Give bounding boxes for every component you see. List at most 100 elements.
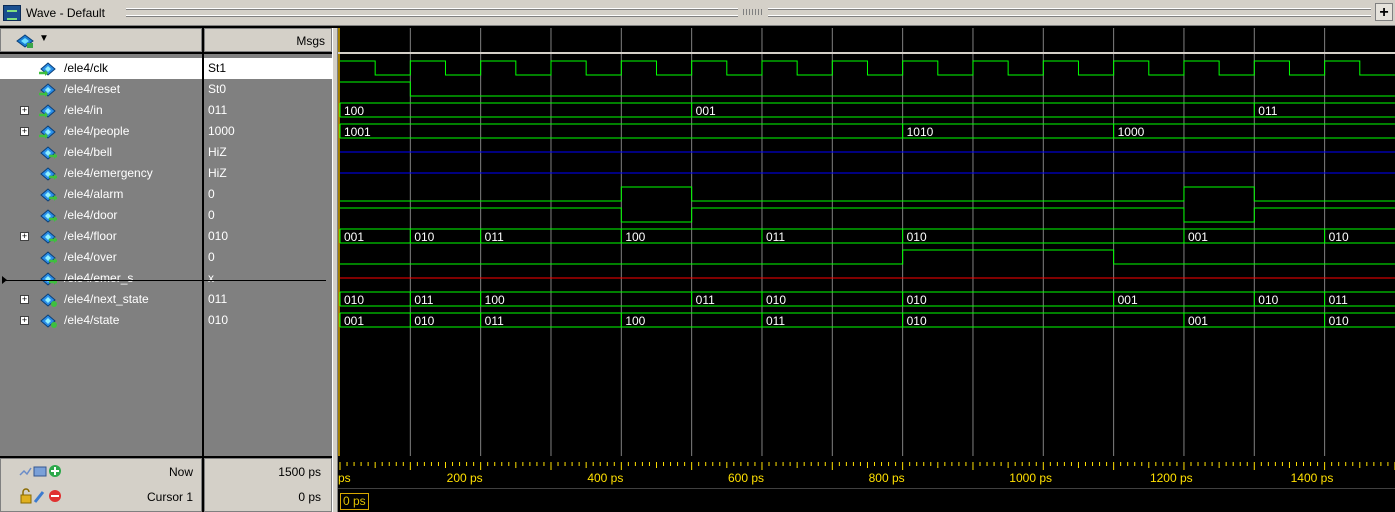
state-wave-value-label: 100 — [625, 314, 645, 328]
signal-value-row[interactable]: 011 — [204, 100, 332, 121]
signal-value-row[interactable]: 0 — [204, 184, 332, 205]
wave-window: Wave - Default + ▼ Msgs /ele4/clk/ele4/r… — [0, 0, 1395, 512]
cursor-toolbar-icons[interactable] — [19, 488, 63, 504]
state-wave-value-label: 011 — [766, 314, 785, 328]
signal-row[interactable]: /ele4/emer_s — [0, 268, 202, 289]
output-signal-icon — [40, 188, 57, 202]
expand-icon[interactable] — [20, 106, 29, 115]
signal-value: 0 — [208, 208, 215, 222]
time-ruler[interactable]: ps 200 ps 400 ps 600 ps 800 ps 1000 ps 1200 ps… — [338, 458, 1395, 488]
state-wave-value-label: 001 — [1188, 314, 1208, 328]
signal-row[interactable]: /ele4/reset — [0, 79, 202, 100]
cursor-value[interactable]: 0 ps — [298, 490, 321, 504]
clk-wave — [340, 60, 1395, 76]
signal-value-row[interactable]: 010 — [204, 226, 332, 247]
floor-wave-value-label: 001 — [344, 230, 364, 244]
now-label: Now — [168, 465, 193, 479]
signal-value-row[interactable]: 0 — [204, 205, 332, 226]
insertion-marker-line — [6, 280, 326, 281]
signal-row[interactable]: /ele4/over — [0, 247, 202, 268]
signal-value-row[interactable]: HiZ — [204, 163, 332, 184]
signal-name: /ele4/state — [64, 313, 120, 327]
signal-value: St0 — [208, 82, 227, 96]
signal-value-row[interactable]: St0 — [204, 79, 332, 100]
signal-values-pane[interactable]: St1 St0 011 1000 HiZ HiZ 0 0 010 0 x 011 010 — [204, 54, 332, 456]
signal-value: 0 — [208, 187, 215, 201]
insertion-arrow-icon — [2, 276, 7, 284]
expand-icon[interactable] — [20, 316, 29, 325]
next-state-wave-value-label: 010 — [907, 293, 927, 307]
output-signal-icon — [40, 146, 57, 160]
next-state-wave-value-label: 011 — [1329, 293, 1348, 307]
signal-name: /ele4/reset — [64, 82, 121, 96]
signal-name: /ele4/next_state — [64, 292, 149, 306]
maximize-pane-button[interactable]: + — [1375, 3, 1393, 21]
expand-icon[interactable] — [20, 295, 29, 304]
signal-row[interactable]: /ele4/clk — [0, 58, 202, 79]
cursor-time-box[interactable]: 0 ps — [340, 493, 369, 510]
footer-values: 1500 ps 0 ps — [204, 458, 332, 512]
next-state-wave-value-label: 010 — [1258, 293, 1278, 307]
people-wave-value-label: 1010 — [907, 125, 934, 139]
signal-palette-icon[interactable] — [15, 33, 35, 49]
signal-row[interactable]: /ele4/emergency — [0, 163, 202, 184]
ruler-ticks — [339, 462, 1395, 470]
state-wave-value-label: 010 — [907, 314, 927, 328]
signal-value-row[interactable]: 0 — [204, 247, 332, 268]
signal-value: 011 — [208, 292, 228, 306]
in-wave-value-label: 011 — [1258, 104, 1277, 118]
signal-value: 011 — [208, 103, 228, 117]
signal-name: /ele4/people — [64, 124, 130, 138]
in-wave-value-label: 001 — [696, 104, 716, 118]
expand-icon[interactable] — [20, 232, 29, 241]
cursor-row[interactable]: 0 ps — [338, 488, 1395, 512]
signal-value-row[interactable]: 1000 — [204, 121, 332, 142]
signal-value: 010 — [208, 313, 229, 327]
next-state-wave-value-label: 010 — [344, 293, 364, 307]
signal-row[interactable]: /ele4/bell — [0, 142, 202, 163]
values-header: Msgs — [204, 28, 332, 52]
next-state-wave-value-label: 011 — [696, 293, 715, 307]
now-value: 1500 ps — [278, 465, 321, 479]
signal-value: St1 — [208, 61, 227, 75]
next-state-wave-value-label: 010 — [766, 293, 786, 307]
signal-row[interactable]: /ele4/floor — [0, 226, 202, 247]
input-signal-icon — [39, 125, 56, 139]
ruler-tick-label: ps — [338, 471, 351, 485]
signal-row[interactable]: /ele4/in — [0, 100, 202, 121]
floor-wave-value-label: 100 — [625, 230, 645, 244]
door-wave — [340, 207, 1395, 223]
signal-value-row[interactable]: 010 — [204, 310, 332, 331]
signal-row[interactable]: /ele4/door — [0, 205, 202, 226]
signal-value-row[interactable]: St1 — [204, 58, 332, 79]
waveform-header-divider — [338, 52, 1395, 54]
signal-value-row[interactable]: 011 — [204, 289, 332, 310]
title-bar[interactable]: Wave - Default + — [0, 0, 1395, 26]
output-signal-icon — [40, 230, 57, 244]
signal-row[interactable]: /ele4/state — [0, 310, 202, 331]
signal-row[interactable]: /ele4/people — [0, 121, 202, 142]
people-wave-value-label: 1000 — [1118, 125, 1145, 139]
internal-signal-icon — [40, 314, 57, 328]
next-state-wave-value-label: 011 — [414, 293, 433, 307]
chevron-down-icon[interactable]: ▼ — [39, 33, 49, 44]
signal-value: HiZ — [208, 145, 227, 159]
input-signal-icon — [39, 62, 56, 76]
signal-value-row[interactable]: HiZ — [204, 142, 332, 163]
signal-value: 010 — [208, 229, 229, 243]
internal-signal-icon — [40, 293, 57, 307]
now-toolbar-icons[interactable] — [19, 463, 63, 479]
over-wave — [340, 249, 1395, 265]
signal-value: x — [208, 271, 214, 285]
ruler-tick-label: 600 ps — [727, 471, 764, 485]
signal-names-pane[interactable]: /ele4/clk/ele4/reset/ele4/in/ele4/people… — [0, 54, 202, 456]
signal-names-header: ▼ — [0, 28, 202, 52]
expand-icon[interactable] — [20, 127, 29, 136]
signal-value-row[interactable]: x — [204, 268, 332, 289]
msgs-header-label: Msgs — [296, 34, 325, 48]
alarm-wave — [340, 186, 1395, 202]
waveform-canvas[interactable]: 100 001 011 1001 1010 1000 001 010 011 100 011 010 0… — [338, 28, 1395, 456]
signal-row[interactable]: /ele4/alarm — [0, 184, 202, 205]
ruler-tick-label: 1400 ps — [1290, 471, 1334, 485]
signal-row[interactable]: /ele4/next_state — [0, 289, 202, 310]
